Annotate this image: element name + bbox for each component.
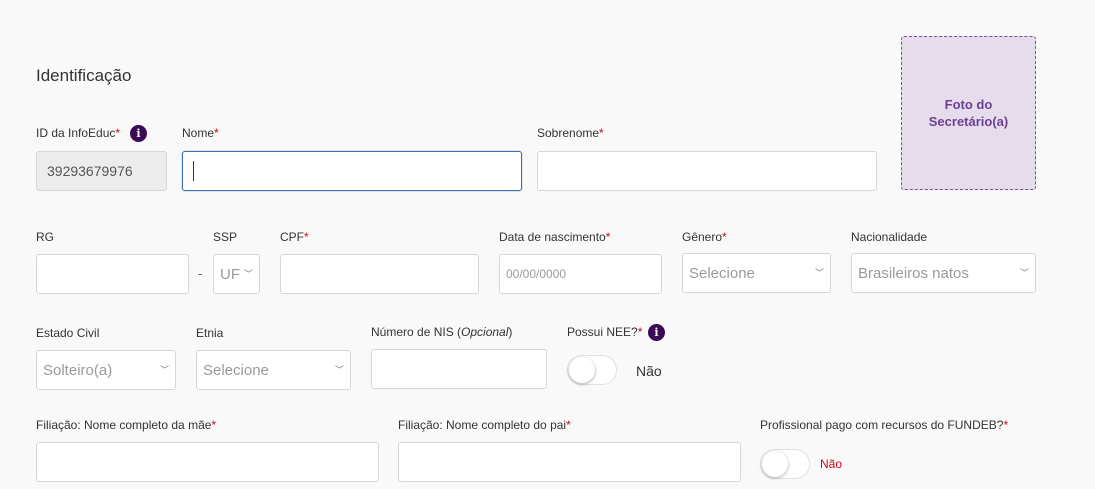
nee-label: Possui NEE?* <box>567 325 643 339</box>
ssp-select[interactable]: UF ﹀ <box>213 254 260 294</box>
photo-upload-box[interactable]: Foto do Secretário(a) <box>901 36 1036 190</box>
nome-input[interactable] <box>182 151 522 191</box>
estado-civil-label: Estado Civil <box>36 326 100 340</box>
cpf-input[interactable] <box>280 254 479 294</box>
required-mark: * <box>304 230 309 244</box>
toggle-knob <box>762 451 788 477</box>
info-icon[interactable]: i <box>130 125 147 142</box>
rg-label: RG <box>36 230 54 244</box>
required-mark: * <box>566 418 571 432</box>
data-nascimento-placeholder: 00/00/0000 <box>506 267 567 281</box>
chevron-down-icon: ﹀ <box>334 364 344 375</box>
etnia-label: Etnia <box>196 326 224 340</box>
required-mark: * <box>115 126 121 140</box>
nis-label: Número de NIS (Opcional) <box>371 325 513 339</box>
fundeb-toggle-state: Não <box>820 457 843 471</box>
fundeb-label: Profissional pago com recursos do FUNDEB… <box>760 418 1009 432</box>
cpf-label: CPF* <box>280 230 309 244</box>
required-mark: * <box>214 126 219 140</box>
nee-toggle-state: Não <box>636 363 662 379</box>
filiacao-mae-input[interactable] <box>36 442 379 482</box>
required-mark: * <box>637 325 643 339</box>
nome-label: Nome* <box>182 126 219 140</box>
fundeb-toggle[interactable] <box>760 449 810 479</box>
rg-ssp-separator: - <box>198 266 203 281</box>
required-mark: * <box>1003 418 1009 432</box>
required-mark: * <box>211 418 217 432</box>
estado-civil-select[interactable]: Solteiro(a) ﹀ <box>36 350 176 390</box>
chevron-down-icon: ﹀ <box>1019 267 1029 278</box>
section-title: Identificação <box>36 66 132 85</box>
text-caret <box>193 161 194 181</box>
etnia-select[interactable]: Selecione ﹀ <box>196 350 351 390</box>
genero-select[interactable]: Selecione ﹀ <box>682 253 831 293</box>
filiacao-mae-label: Filiação: Nome completo da mãe* <box>36 418 217 432</box>
photo-upload-label: Foto do Secretário(a) <box>928 97 1009 129</box>
required-mark: * <box>599 126 604 140</box>
nee-toggle[interactable] <box>567 355 617 385</box>
sobrenome-label: Sobrenome* <box>537 126 604 140</box>
filiacao-pai-input[interactable] <box>398 442 741 482</box>
toggle-knob <box>569 357 595 383</box>
required-mark: * <box>605 230 611 244</box>
chevron-down-icon: ﹀ <box>159 364 169 375</box>
nis-input[interactable] <box>371 349 547 389</box>
nacionalidade-select[interactable]: Brasileiros natos ﹀ <box>851 253 1036 293</box>
infoeduc-id-field: 39293679976 <box>36 151 167 191</box>
required-mark: * <box>722 230 727 244</box>
nacionalidade-label: Nacionalidade <box>851 230 928 244</box>
ssp-label: SSP <box>213 230 238 244</box>
genero-label: Gênero* <box>682 230 727 244</box>
chevron-down-icon: ﹀ <box>243 268 253 279</box>
filiacao-pai-label: Filiação: Nome completo do pai* <box>398 418 571 432</box>
sobrenome-input[interactable] <box>537 151 877 191</box>
rg-input[interactable] <box>36 254 189 294</box>
info-icon[interactable]: i <box>648 324 665 341</box>
chevron-down-icon: ﹀ <box>814 267 824 278</box>
data-nascimento-label: Data de nascimento* <box>499 230 611 244</box>
data-nascimento-input[interactable]: 00/00/0000 <box>499 254 662 294</box>
infoeduc-id-label: ID da InfoEduc* <box>36 126 121 140</box>
